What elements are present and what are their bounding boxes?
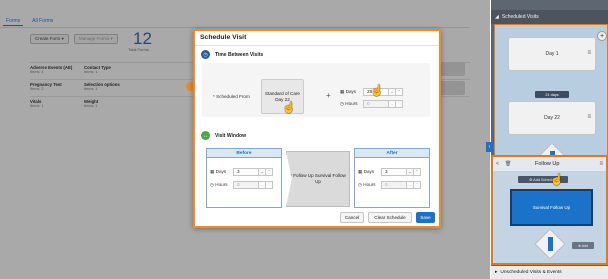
menu-icon[interactable]: ≡ [587, 114, 591, 120]
decrement-icon[interactable]: ⌄ [407, 180, 414, 189]
add-visit-icon[interactable]: + [597, 31, 607, 41]
cancel-button[interactable]: Cancel [340, 212, 364, 223]
days-label: ▦ Days [210, 168, 227, 174]
branch-marker [548, 237, 553, 251]
scheduled-visits-title: Scheduled Visits [501, 14, 539, 20]
plus-icon: + [326, 91, 331, 100]
before-hours-field: ◷ Hours 0 ⌄ ⌃ [210, 180, 273, 189]
increment-icon[interactable]: ⌃ [266, 167, 273, 176]
after-hours-field: ◷ Hours 0 ⌄ ⌃ [358, 180, 421, 189]
after-window: After ▦ Days 3 ⌄ ⌃ ◷ Hours 0 ⌄ ⌃ [354, 148, 430, 208]
menu-icon[interactable]: ≡ [599, 161, 603, 167]
decrement-icon[interactable]: ⌄ [407, 167, 414, 176]
increment-icon[interactable]: ⌃ [414, 180, 421, 189]
before-title: Before [207, 149, 281, 158]
increment-icon[interactable]: ⌃ [396, 87, 403, 96]
window-icon: ↔ [201, 131, 210, 140]
trash-icon[interactable]: 🗑 [505, 161, 511, 167]
after-title: After [355, 149, 429, 158]
increment-icon[interactable]: ⌃ [266, 180, 273, 189]
schedule-visit-dialog: Schedule Visit ◷ Time Between Visits * S… [193, 29, 441, 228]
interval-badge: 21 days [535, 91, 569, 98]
clear-schedule-button[interactable]: Clear Schedule [368, 212, 412, 223]
chevron-left-icon[interactable]: < [496, 161, 499, 167]
decrement-icon[interactable]: ⌄ [389, 87, 396, 96]
decrement-icon[interactable]: ⌄ [259, 167, 266, 176]
visit-window-panel: Before ▦ Days 3 ⌄ ⌃ ◷ Hours 0 ⌄ ⌃ * Foll… [206, 148, 434, 208]
dialog-title: Schedule Visit [200, 34, 247, 41]
save-button[interactable]: Save [416, 212, 435, 223]
after-hours-input[interactable]: 0 [381, 180, 407, 189]
days-label: ▦ Days [340, 88, 357, 94]
hours-label: ◷ Hours [340, 100, 358, 106]
menu-icon[interactable]: ≡ [587, 50, 591, 56]
hand-cursor-icon: ☝ [370, 85, 384, 97]
section-title-time-between: Time Between Visits [215, 52, 264, 58]
before-days-input[interactable]: 3 [233, 167, 259, 176]
hours-label: ◷ Hours [210, 181, 228, 187]
after-days-field: ▦ Days 3 ⌄ ⌃ [358, 167, 421, 176]
add-button[interactable]: ⊕ Add [572, 242, 594, 249]
decrement-icon[interactable]: ⌄ [389, 99, 396, 108]
unscheduled-visits-title: Unscheduled Visits & Events [500, 270, 562, 275]
days-label: ▦ Days [358, 168, 375, 174]
hand-cursor-icon: ☝ [282, 102, 296, 114]
schedule-panel: ◢ Scheduled Visits Day 1 ≡ 21 days Day 2… [491, 0, 608, 279]
chevron-down-icon: ◢ [495, 14, 499, 20]
before-days-field: ▦ Days 3 ⌄ ⌃ [210, 167, 273, 176]
scheduled-visits-header[interactable]: ◢ Scheduled Visits [491, 10, 608, 24]
scheduled-visits-canvas: Day 1 ≡ 21 days Day 22 ≡ 21 days [494, 24, 608, 174]
unscheduled-visits-header[interactable]: ▸ Unscheduled Visits & Events [491, 266, 608, 279]
collapse-panel-icon[interactable]: ‹ [486, 142, 493, 152]
visit-card-label: Day 22 [544, 115, 560, 121]
visit-card-label: Day 1 [545, 51, 559, 57]
increment-icon[interactable]: ⌃ [396, 99, 403, 108]
section-title-visit-window: Visit Window [215, 133, 246, 139]
visit-card-day22[interactable]: Day 22 ≡ [508, 101, 596, 135]
visit-card-label: Survival Follow Up [532, 205, 571, 210]
chevron-right-icon: ▸ [495, 270, 498, 275]
target-visit-name: * Follow Up Survival Follow Up [290, 173, 346, 184]
hand-cursor-icon: ☝ [550, 174, 564, 186]
before-window: Before ▦ Days 3 ⌄ ⌃ ◷ Hours 0 ⌄ ⌃ [206, 148, 282, 208]
follow-up-title: Follow Up [535, 161, 560, 167]
before-hours-input[interactable]: 0 [233, 180, 259, 189]
visit-card-survival-follow-up[interactable]: Survival Follow Up [510, 189, 593, 226]
hours-input[interactable]: 0 [363, 99, 389, 108]
follow-up-section: < 🗑 Follow Up ≡ ⊕ Add Schedule Survival … [491, 155, 608, 265]
increment-icon[interactable]: ⌃ [414, 167, 421, 176]
hours-field: ◷ Hours 0 ⌄ ⌃ [340, 99, 403, 108]
after-days-input[interactable]: 3 [381, 167, 407, 176]
target-visit-box: * Follow Up Survival Follow Up [286, 151, 350, 207]
hours-label: ◷ Hours [358, 181, 376, 187]
visit-card-day1[interactable]: Day 1 ≡ [508, 37, 596, 71]
follow-up-header: < 🗑 Follow Up ≡ [493, 157, 606, 171]
decrement-icon[interactable]: ⌄ [259, 180, 266, 189]
scheduled-from-label: * Scheduled From [213, 94, 250, 99]
clock-icon: ◷ [201, 50, 210, 59]
title-divider [195, 45, 439, 46]
